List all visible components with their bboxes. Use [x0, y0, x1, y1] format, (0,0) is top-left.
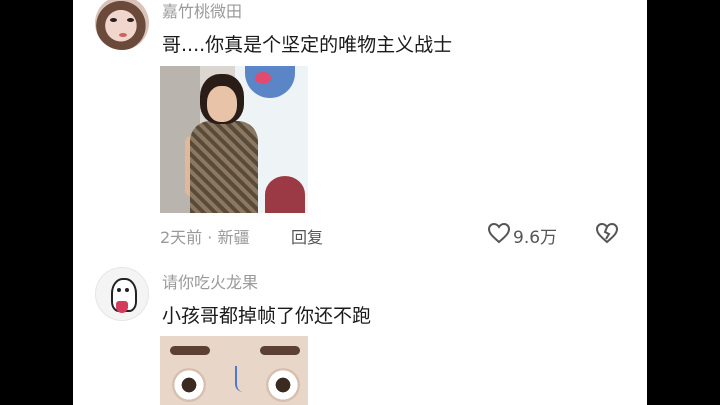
avatar-tongue: [116, 301, 128, 313]
comment-username[interactable]: 嘉竹桃微田: [162, 0, 242, 22]
avatar-mouth: [119, 33, 127, 37]
image-tear: [235, 366, 243, 392]
like-count: 9.6万: [513, 228, 558, 248]
avatar[interactable]: [95, 267, 149, 321]
avatar-eye: [110, 18, 117, 22]
image-decor: [265, 176, 305, 213]
image-person-dress: [190, 121, 258, 213]
comment-text: 哥....你真是个坚定的唯物主义战士: [162, 34, 453, 56]
image-eye: [266, 368, 300, 402]
comment-username[interactable]: 请你吃火龙果: [162, 269, 258, 293]
image-decor: [255, 72, 271, 84]
comment-panel: 嘉竹桃微田 哥....你真是个坚定的唯物主义战士 2天前 · 新疆 回复 9.6…: [73, 0, 647, 405]
avatar[interactable]: [95, 0, 149, 50]
image-brow: [170, 346, 210, 355]
image-brow: [260, 346, 300, 355]
comment-text: 小孩哥都掉帧了你还不跑: [162, 305, 372, 327]
comment-time-location: 2天前 · 新疆: [160, 228, 250, 247]
reply-button[interactable]: 回复: [291, 224, 323, 248]
broken-heart-icon[interactable]: [595, 222, 619, 244]
comment-image[interactable]: [160, 66, 308, 213]
image-person-face: [207, 86, 237, 122]
heart-outline-icon[interactable]: [487, 222, 511, 244]
image-eye: [172, 368, 206, 402]
comment-image[interactable]: [160, 336, 308, 405]
avatar-eye: [125, 288, 129, 292]
avatar-eye: [127, 18, 134, 22]
avatar-eye: [117, 288, 121, 292]
